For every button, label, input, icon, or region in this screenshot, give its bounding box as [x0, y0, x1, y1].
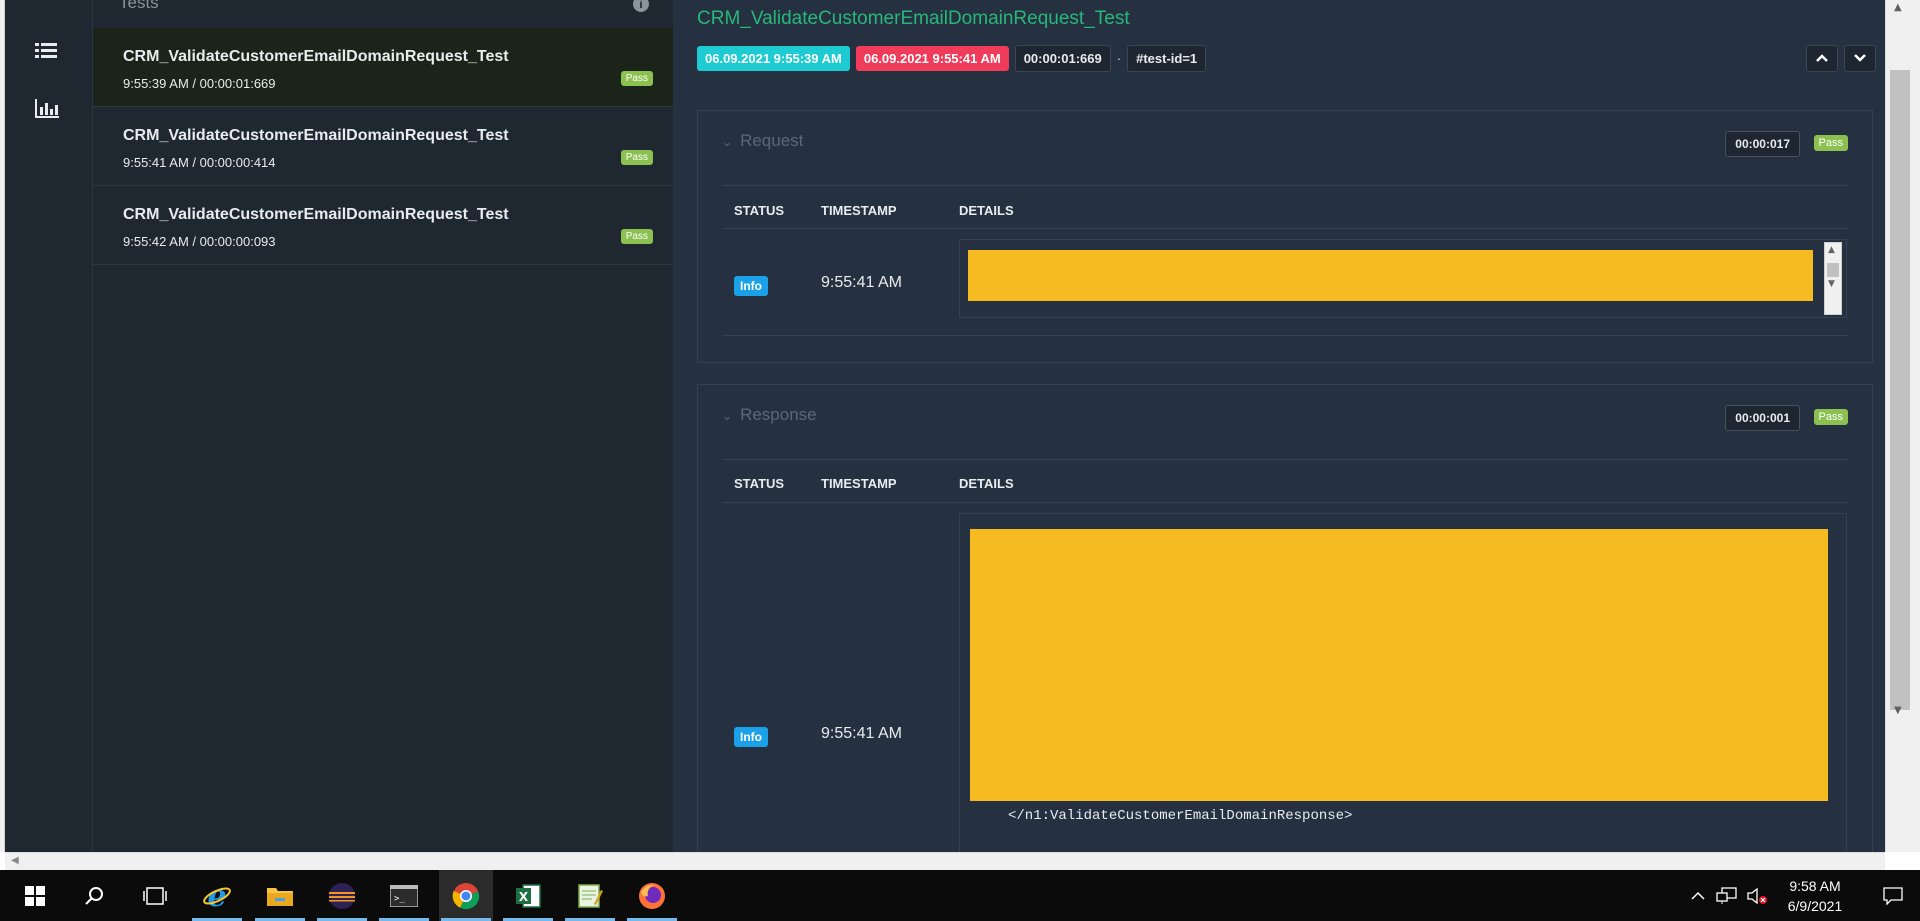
test-list-title: Tests — [119, 0, 159, 12]
start-time-chip: 06.09.2021 9:55:39 AM — [697, 46, 850, 71]
next-test-button[interactable] — [1844, 45, 1876, 72]
separator: · — [1116, 51, 1122, 66]
show-hidden-icons-icon[interactable] — [1690, 888, 1706, 904]
status-badge: Pass — [1813, 135, 1848, 151]
internet-explorer-icon[interactable]: e — [190, 870, 244, 921]
notepad-icon[interactable] — [563, 870, 617, 921]
divider — [722, 185, 1848, 186]
test-item-meta: 9:55:39 AM / 00:00:01:669 — [123, 76, 276, 91]
task-view-icon[interactable] — [128, 870, 182, 921]
details-scrollbar[interactable]: ▲ ▼ — [1824, 242, 1842, 315]
status-badge: Pass — [620, 229, 653, 244]
previous-test-button[interactable] — [1806, 45, 1838, 72]
test-item-meta: 9:55:42 AM / 00:00:00:093 — [123, 234, 276, 249]
status-badge: Pass — [1813, 409, 1848, 425]
column-header-timestamp: TIMESTAMP — [821, 476, 897, 491]
chevron-up-icon — [1816, 54, 1828, 62]
response-node: ⌄ Response 00:00:001 Pass STATUS TIMESTAM… — [697, 384, 1873, 852]
test-item-name: CRM_ValidateCustomerEmailDomainRequest_T… — [123, 127, 509, 144]
system-tray — [1690, 870, 1768, 921]
test-list-panel: Tests i CRM_ValidateCustomerEmailDomainR… — [93, 0, 673, 852]
status-badge: Pass — [620, 150, 653, 165]
test-item-name: CRM_ValidateCustomerEmailDomainRequest_T… — [123, 48, 509, 65]
response-details-box[interactable]: </n1:ValidateCustomerEmailDomainResponse… — [959, 513, 1847, 852]
test-list-item[interactable]: CRM_ValidateCustomerEmailDomainRequest_T… — [93, 28, 673, 107]
column-header-status: STATUS — [734, 476, 785, 491]
info-status-badge: Info — [734, 276, 768, 296]
xml-closing-tag: </n1:ValidateCustomerEmailDomainResponse… — [1008, 808, 1353, 824]
divider — [722, 502, 1848, 503]
scroll-down-icon[interactable]: ▼ — [1894, 705, 1902, 716]
windows-taskbar: e >_ X 9:58 AM 6/9/2021 — [0, 870, 1920, 921]
clock-time: 9:58 AM — [1789, 878, 1841, 894]
scroll-up-icon[interactable]: ▲ — [1894, 2, 1902, 13]
dashboard-chart-icon[interactable] — [35, 99, 63, 123]
duration-chip: 00:00:01:669 — [1014, 45, 1111, 72]
request-details-box[interactable]: ▲ ▼ — [959, 239, 1847, 318]
test-item-name: CRM_ValidateCustomerEmailDomainRequest_T… — [123, 206, 509, 223]
page-vertical-scrollbar[interactable]: ▲ ▼ — [1885, 0, 1920, 852]
end-time-chip: 06.09.2021 9:55:41 AM — [855, 46, 1009, 71]
request-node: ⌄ Request 00:00:017 Pass STATUS TIMESTAMP… — [697, 110, 1873, 363]
eclipse-icon[interactable] — [315, 870, 369, 921]
search-icon[interactable] — [68, 870, 122, 921]
test-title: CRM_ValidateCustomerEmailDomainRequest_T… — [697, 8, 1130, 29]
svg-text:>_: >_ — [394, 894, 405, 904]
column-header-details: DETAILS — [959, 203, 1014, 218]
log-timestamp: 9:55:41 AM — [821, 274, 902, 291]
clock-date: 6/9/2021 — [1787, 898, 1843, 914]
test-meta-chips: 06.09.2021 9:55:39 AM 06.09.2021 9:55:41… — [697, 45, 1207, 72]
node-duration: 00:00:017 — [1725, 131, 1800, 157]
scroll-left-icon[interactable]: ◀ — [11, 855, 19, 866]
divider — [722, 459, 1848, 460]
redacted-content — [970, 529, 1828, 801]
status-badge: Pass — [620, 71, 653, 86]
test-id-chip[interactable]: #test-id=1 — [1127, 45, 1207, 72]
file-explorer-icon[interactable] — [253, 870, 307, 921]
divider — [722, 335, 1848, 336]
scroll-down-icon[interactable]: ▼ — [1828, 279, 1835, 289]
test-detail-panel: CRM_ValidateCustomerEmailDomainRequest_T… — [673, 0, 1885, 852]
nav-rail — [5, 0, 93, 852]
node-duration: 00:00:001 — [1725, 405, 1800, 431]
test-item-meta: 9:55:41 AM / 00:00:00:414 — [123, 155, 276, 170]
svg-text:X: X — [519, 890, 529, 904]
test-list-item[interactable]: CRM_ValidateCustomerEmailDomainRequest_T… — [93, 107, 673, 186]
windows-start-icon[interactable] — [8, 870, 62, 921]
chevron-down-icon: ⌄ — [722, 409, 733, 423]
command-prompt-icon[interactable]: >_ — [377, 870, 431, 921]
node-name: Request — [740, 131, 804, 150]
test-list-view-icon[interactable] — [35, 41, 63, 65]
node-name: Response — [740, 405, 817, 424]
request-node-toggle[interactable]: ⌄ Request — [722, 131, 803, 151]
redacted-content — [968, 250, 1813, 301]
log-timestamp: 9:55:41 AM — [821, 725, 902, 742]
divider — [722, 228, 1848, 229]
excel-icon[interactable]: X — [501, 870, 555, 921]
page-horizontal-scrollbar[interactable]: ◀ — [5, 852, 1885, 870]
test-list-header: Tests i — [93, 0, 673, 28]
svg-text:e: e — [207, 881, 226, 911]
action-center-icon[interactable] — [1866, 870, 1920, 921]
chevron-down-icon: ⌄ — [722, 135, 733, 149]
info-icon[interactable]: i — [633, 0, 649, 12]
scroll-thumb[interactable] — [1827, 263, 1839, 277]
chrome-icon[interactable] — [439, 870, 493, 921]
column-header-status: STATUS — [734, 203, 785, 218]
column-header-timestamp: TIMESTAMP — [821, 203, 897, 218]
volume-muted-icon[interactable] — [1746, 887, 1768, 905]
firefox-icon[interactable] — [625, 870, 679, 921]
info-status-badge: Info — [734, 727, 768, 747]
column-header-details: DETAILS — [959, 476, 1014, 491]
network-icon[interactable] — [1716, 886, 1738, 905]
scroll-thumb[interactable] — [1890, 70, 1910, 710]
response-node-toggle[interactable]: ⌄ Response — [722, 405, 817, 425]
scroll-up-icon[interactable]: ▲ — [1828, 245, 1835, 255]
chevron-down-icon — [1854, 54, 1866, 62]
test-list-item[interactable]: CRM_ValidateCustomerEmailDomainRequest_T… — [93, 186, 673, 265]
taskbar-clock[interactable]: 9:58 AM 6/9/2021 — [1775, 876, 1855, 916]
